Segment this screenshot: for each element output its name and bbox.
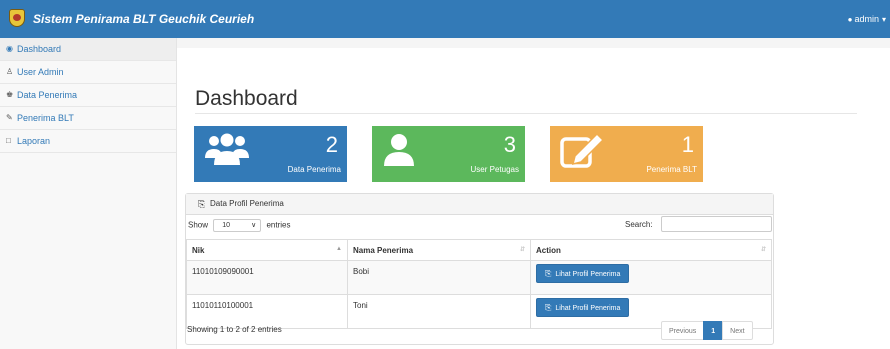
sidebar-item-label: Penerima BLT xyxy=(17,113,74,123)
content-top-strip xyxy=(177,38,890,48)
table-row: 11010109090001 Bobi ⎘ Lihat Profil Peneri… xyxy=(186,260,772,295)
entries-label: entries xyxy=(266,220,291,230)
user-icon: ● xyxy=(847,15,853,24)
edit-icon: ✎ xyxy=(6,113,13,122)
tile-value: 1 xyxy=(681,132,694,157)
user-menu[interactable]: ● admin ▾ xyxy=(848,14,886,24)
edit-icon xyxy=(560,132,605,168)
title-divider xyxy=(195,113,857,114)
top-navbar: Sistem Penirama BLT Geuchik Ceurieh ● adm… xyxy=(0,0,890,38)
pagination: Previous 1 Next xyxy=(661,321,753,340)
cell-action: ⎘ Lihat Profil Penerima xyxy=(530,260,772,295)
tile-data-penerima[interactable]: 2 Data Penerima xyxy=(194,126,347,182)
entries-select[interactable]: 10 ∨ xyxy=(213,219,262,232)
file-icon: □ xyxy=(6,136,11,145)
sort-icon: ⇵ xyxy=(760,247,766,253)
tile-value: 2 xyxy=(325,132,338,157)
pagination-page-1[interactable]: 1 xyxy=(703,321,724,340)
print-icon: ⎘ xyxy=(198,199,206,209)
page-title: Dashboard xyxy=(195,87,298,110)
user-icon xyxy=(384,134,414,166)
dashboard-icon: ◉ xyxy=(6,44,13,53)
show-label: Show xyxy=(188,220,209,230)
sidebar-item-label: Laporan xyxy=(17,136,51,146)
chevron-down-icon: ∨ xyxy=(251,222,257,229)
lihat-profil-button[interactable]: ⎘ Lihat Profil Penerima xyxy=(536,298,630,317)
sidebar-item-dashboard[interactable]: ◉ Dashboard xyxy=(0,38,176,61)
users-icon xyxy=(205,133,249,165)
sidebar-item-label: Dashboard xyxy=(17,44,62,54)
entries-length-control: Show 10 ∨ entries xyxy=(188,219,291,232)
column-header-nama[interactable]: Nama Penerima ⇵ xyxy=(347,239,531,261)
lihat-profil-button[interactable]: ⎘ Lihat Profil Penerima xyxy=(536,264,630,283)
tile-penerima-blt[interactable]: 1 Penerima BLT xyxy=(550,126,703,182)
caret-down-icon: ▾ xyxy=(881,15,886,24)
table-info: Showing 1 to 2 of 2 entries xyxy=(187,325,282,334)
sidebar: ◉ Dashboard ♙ User Admin ♚ Data Penerima… xyxy=(0,38,177,349)
entries-select-value: 10 xyxy=(222,222,231,229)
lihat-profil-label: Lihat Profil Penerima xyxy=(555,271,621,278)
pagination-previous[interactable]: Previous xyxy=(661,321,705,340)
sidebar-item-data-penerima[interactable]: ♚ Data Penerima xyxy=(0,84,176,107)
panel-heading: ⎘ Data Profil Penerima xyxy=(186,194,773,215)
penerima-table: Nik ▲ Nama Penerima ⇵ Action ⇵ 110101090900… xyxy=(186,239,772,329)
data-profil-panel: ⎘ Data Profil Penerima Show 10 ∨ entries … xyxy=(185,193,774,345)
sort-icon: ⇵ xyxy=(519,247,525,253)
cell-nik: 11010110100001 xyxy=(186,294,348,329)
column-header-nik[interactable]: Nik ▲ xyxy=(186,239,348,261)
cell-nik: 11010109090001 xyxy=(186,260,348,295)
sidebar-item-label: Data Penerima xyxy=(17,90,78,100)
tile-label: Penerima BLT xyxy=(646,165,697,174)
panel-title: Data Profil Penerima xyxy=(210,199,284,208)
app-title[interactable]: Sistem Penirama BLT Geuchik Ceurieh xyxy=(33,12,254,26)
sidebar-item-label: User Admin xyxy=(17,67,64,77)
sidebar-item-laporan[interactable]: □ Laporan xyxy=(0,130,176,153)
sort-asc-icon: ▲ xyxy=(336,246,342,252)
column-header-action[interactable]: Action ⇵ xyxy=(530,239,772,261)
cell-nama: Bobi xyxy=(347,260,531,295)
users-icon: ♚ xyxy=(6,90,14,99)
tile-user-petugas[interactable]: 3 User Petugas xyxy=(372,126,525,182)
pagination-next[interactable]: Next xyxy=(722,321,753,340)
search-label: Search: xyxy=(625,220,653,229)
table-header-row: Nik ▲ Nama Penerima ⇵ Action ⇵ xyxy=(186,239,772,261)
tile-value: 3 xyxy=(503,132,516,157)
lihat-profil-label: Lihat Profil Penerima xyxy=(555,305,621,312)
user-menu-label: admin xyxy=(854,14,879,24)
print-icon: ⎘ xyxy=(545,303,552,312)
tile-label: User Petugas xyxy=(470,165,519,174)
sidebar-item-penerima-blt[interactable]: ✎ Penerima BLT xyxy=(0,107,176,130)
print-icon: ⎘ xyxy=(545,269,552,278)
sidebar-item-user-admin[interactable]: ♙ User Admin xyxy=(0,61,176,84)
search-input[interactable] xyxy=(661,216,772,232)
brand-logo xyxy=(9,9,25,27)
cell-nama: Toni xyxy=(347,294,531,329)
user-icon: ♙ xyxy=(6,67,14,76)
tile-label: Data Penerima xyxy=(287,165,341,174)
